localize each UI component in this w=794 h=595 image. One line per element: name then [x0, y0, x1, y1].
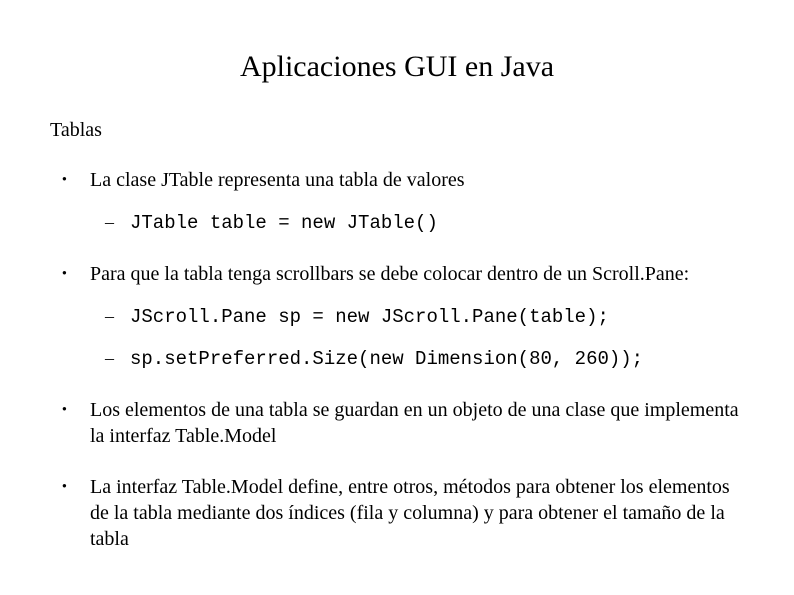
code-item: JScroll.Pane sp = new JScroll.Pane(table… [90, 305, 744, 330]
code-item: sp.setPreferred.Size(new Dimension(80, 2… [90, 347, 744, 372]
code-item: JTable table = new JTable() [90, 211, 744, 236]
main-bullet-list: La clase JTable representa una tabla de … [50, 167, 744, 552]
sub-bullet-list: JTable table = new JTable() [90, 211, 744, 236]
list-item: Para que la tabla tenga scrollbars se de… [50, 261, 744, 372]
bullet-text: Para que la tabla tenga scrollbars se de… [90, 263, 689, 285]
list-item: La clase JTable representa una tabla de … [50, 167, 744, 236]
sub-bullet-list: JScroll.Pane sp = new JScroll.Pane(table… [90, 305, 744, 372]
bullet-text: La interfaz Table.Model define, entre ot… [90, 476, 730, 550]
bullet-text: La clase JTable representa una tabla de … [90, 169, 465, 191]
list-item: La interfaz Table.Model define, entre ot… [50, 474, 744, 552]
list-item: Los elementos de una tabla se guardan en… [50, 397, 744, 449]
slide-subtitle: Tablas [50, 119, 744, 142]
slide-title: Aplicaciones GUI en Java [50, 50, 744, 84]
bullet-text: Los elementos de una tabla se guardan en… [90, 399, 739, 447]
